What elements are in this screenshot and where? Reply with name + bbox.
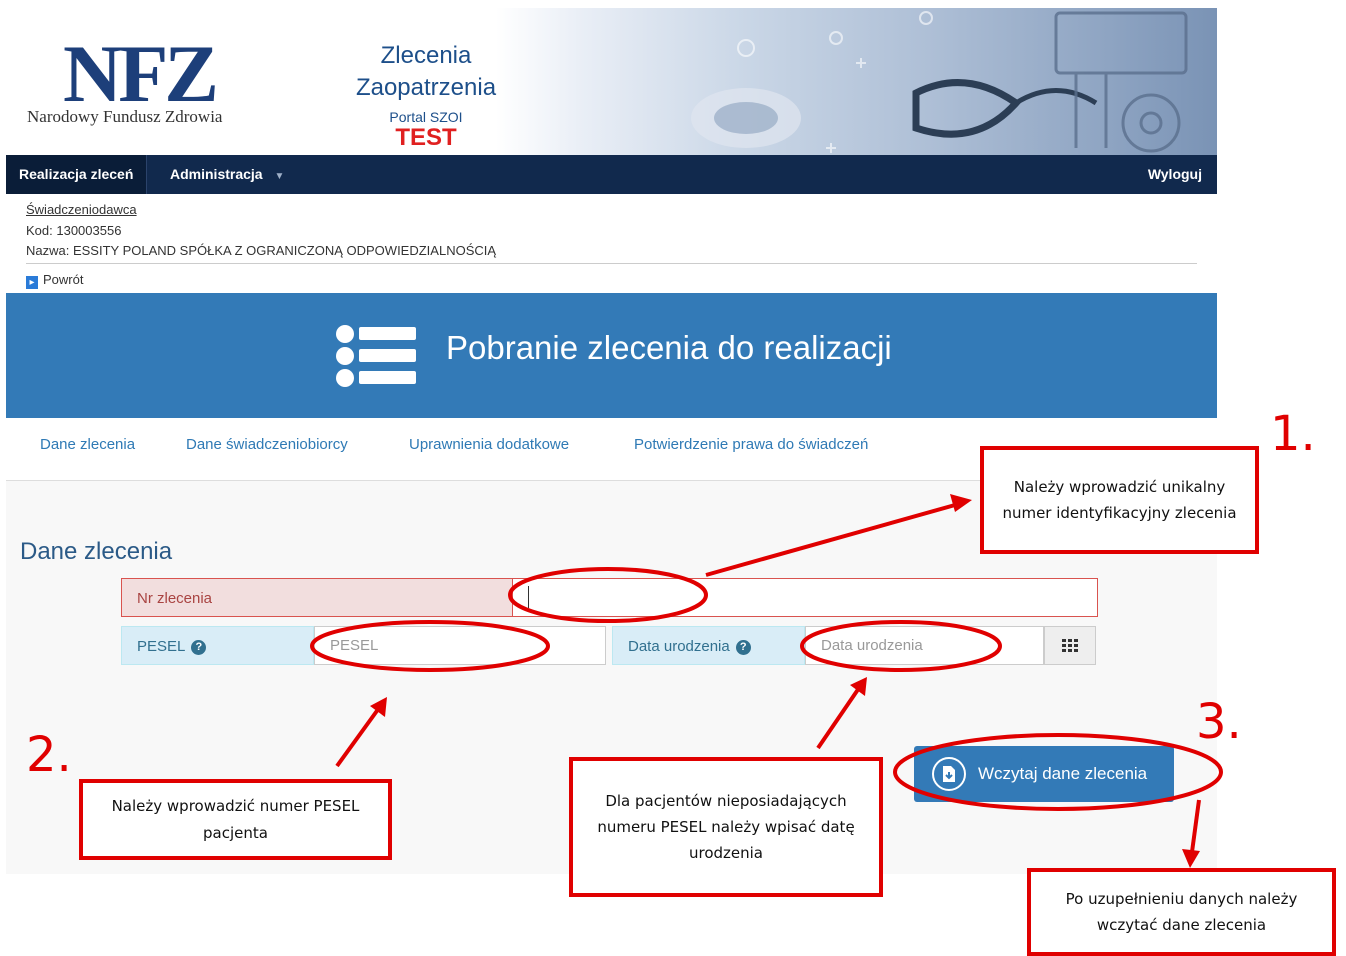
dob-label: Data urodzenia?	[612, 626, 805, 665]
provider-code: Kod: 130003556	[26, 223, 122, 238]
pesel-label: PESEL?	[121, 626, 314, 665]
annotation-box-load: Po uzupełnieniu danych należy wczytać da…	[1027, 868, 1336, 956]
medical-photo-collage	[691, 11, 1188, 153]
main-nav: Realizacja zleceń Administracja ▼ Wylogu…	[6, 155, 1217, 194]
dob-input[interactable]: Data urodzenia	[805, 626, 1044, 665]
pesel-label-text: PESEL	[137, 638, 186, 655]
page-title: Pobranie zlecenia do realizacji	[446, 329, 892, 366]
annotation-box-birthdate: Dla pacjentów nieposiadających numeru PE…	[569, 757, 883, 897]
dob-label-text: Data urodzenia	[628, 638, 730, 655]
tab-potwierdzenie-prawa[interactable]: Potwierdzenie prawa do świadczeń	[634, 436, 868, 453]
nr-zlecenia-label: Nr zlecenia	[121, 578, 512, 617]
app-title-line2: Zaopatrzenia	[355, 74, 497, 101]
app-title: Zlecenia Zaopatrzenia Portal SZOI TEST	[346, 40, 506, 150]
chevron-down-icon: ▼	[274, 171, 285, 182]
annotation-number-1: 1.	[1270, 406, 1316, 462]
load-order-button[interactable]: Wczytaj dane zlecenia	[914, 746, 1174, 802]
logout-link[interactable]: Wyloguj	[1148, 155, 1202, 194]
nr-zlecenia-input[interactable]	[512, 578, 1098, 617]
calendar-grid-icon	[1062, 638, 1078, 652]
provider-name: Nazwa: ESSITY POLAND SPÓŁKA Z OGRANICZON…	[26, 243, 497, 258]
page-header: NFZ Narodowy Fundusz Zdrowia Zlecenia Za…	[6, 8, 1217, 155]
back-icon: ▸	[26, 276, 38, 289]
header-hero-image	[496, 8, 1217, 155]
annotation-number-3: 3.	[1196, 694, 1242, 750]
text-caret	[528, 586, 529, 608]
back-link[interactable]: ▸ Powrót	[26, 272, 83, 289]
nav-administracja[interactable]: Administracja ▼	[170, 155, 284, 194]
tab-dane-swiadczeniobiorcy[interactable]: Dane świadczeniobiorcy	[186, 436, 348, 453]
list-icon	[336, 325, 416, 387]
nfz-logo-subtitle: Narodowy Fundusz Zdrowia	[27, 107, 223, 126]
help-icon[interactable]: ?	[735, 640, 751, 655]
nav-realizacja-zlecen[interactable]: Realizacja zleceń	[6, 155, 148, 194]
provider-link[interactable]: Świadczeniodawca	[26, 202, 137, 217]
help-icon[interactable]: ?	[191, 640, 207, 655]
back-label: Powrót	[43, 272, 84, 287]
divider	[26, 263, 1197, 264]
annotation-number-2: 2.	[26, 727, 72, 783]
annotation-box-pesel: Należy wprowadzić numer PESEL pacjenta	[79, 779, 392, 860]
calendar-button[interactable]	[1044, 626, 1096, 665]
tab-uprawnienia-dodatkowe[interactable]: Uprawnienia dodatkowe	[409, 436, 569, 453]
tab-dane-zlecenia[interactable]: Dane zlecenia	[40, 436, 135, 453]
app-title-line1: Zlecenia	[380, 42, 472, 69]
annotation-box-order-number: Należy wprowadzić unikalny numer identyf…	[980, 446, 1259, 554]
nfz-logo: NFZ	[63, 28, 219, 119]
page-banner: Pobranie zlecenia do realizacji	[6, 293, 1217, 418]
section-title: Dane zlecenia	[20, 538, 173, 565]
download-document-icon	[932, 757, 966, 791]
env-badge: TEST	[395, 124, 457, 151]
pesel-input[interactable]: PESEL	[314, 626, 606, 665]
nav-administracja-label: Administracja	[170, 166, 263, 182]
load-order-label: Wczytaj dane zlecenia	[978, 764, 1148, 783]
